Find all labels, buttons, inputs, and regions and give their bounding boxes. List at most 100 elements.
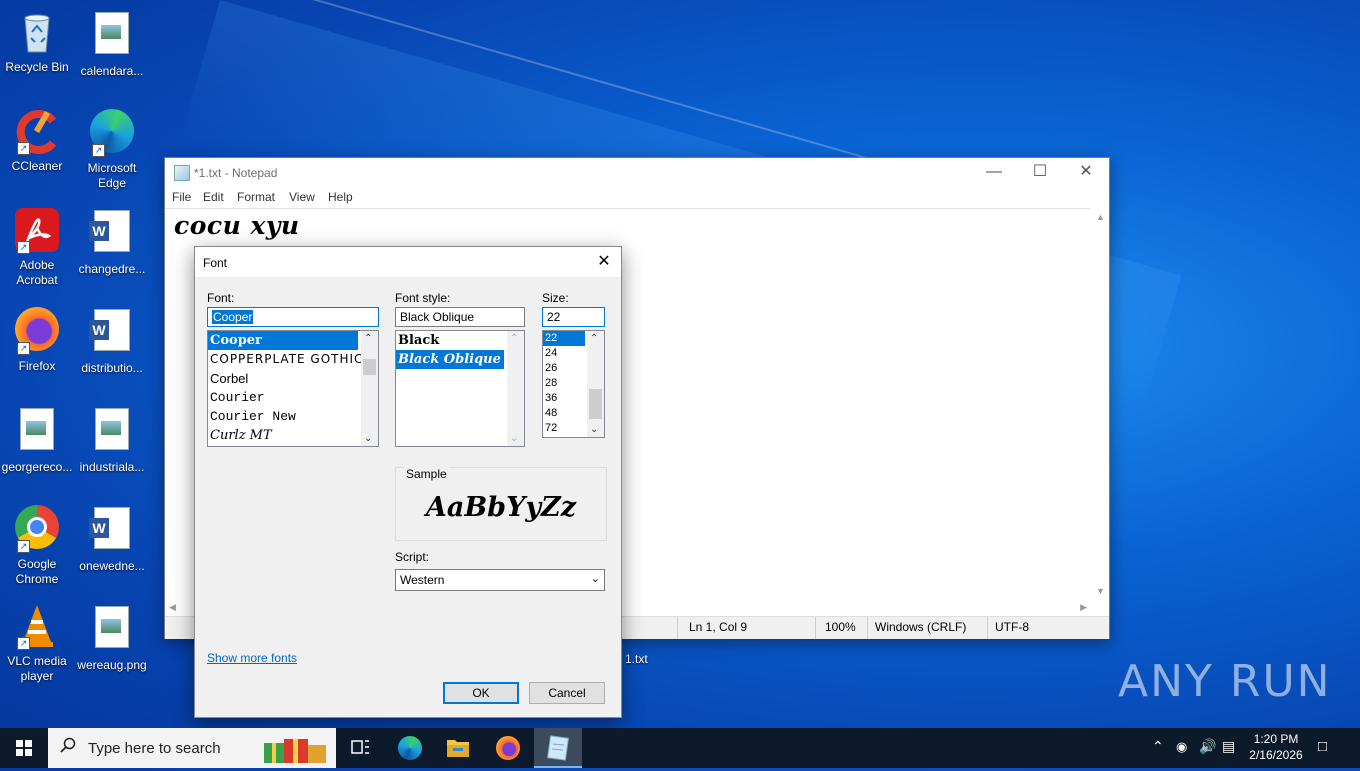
size-list-scrollbar[interactable]: ⌃ ⌄ (587, 331, 604, 437)
menu-help[interactable]: Help (328, 190, 353, 204)
menu-file[interactable]: File (172, 190, 191, 204)
status-line-endings: Windows (CRLF) (875, 620, 967, 634)
chevron-down-icon[interactable]: ⌄ (591, 572, 600, 585)
font-style-scrollbar[interactable]: ⌃ ⌄ (507, 331, 524, 446)
font-style-input[interactable]: Black Oblique (395, 307, 525, 327)
scrollbar-thumb[interactable] (363, 359, 376, 375)
shortcut-arrow-icon: ↗ (92, 144, 105, 157)
desktop-icon-recycle-bin[interactable]: Recycle Bin (0, 8, 74, 75)
status-zoom: 100% (825, 620, 856, 634)
acrobat-icon: ↗ (13, 206, 61, 254)
desktop-icon-microsoft-edge[interactable]: ↗ Microsoft Edge (75, 107, 149, 191)
desktop-icon-vlc[interactable]: ↗ VLC media player (0, 602, 74, 684)
volume-icon[interactable]: 🔊 (1199, 738, 1216, 755)
desktop-icon-onewedne[interactable]: W onewedne... (75, 503, 149, 574)
desktop-icon-distributio[interactable]: W distributio... (75, 305, 149, 376)
close-icon[interactable]: ✕ (593, 251, 615, 273)
font-style-item[interactable]: Black Oblique (396, 350, 504, 369)
edge-icon (398, 736, 422, 760)
network-icon[interactable]: ▤ (1222, 738, 1235, 755)
ok-button[interactable]: OK (443, 682, 519, 704)
meet-now-icon[interactable]: ◉ (1176, 739, 1187, 755)
vertical-scrollbar[interactable]: ▲ ▼ (1092, 208, 1109, 600)
font-list-item[interactable]: Corbel (208, 369, 378, 388)
desktop-icon-label: wereaug.png (77, 658, 147, 672)
chevron-up-icon[interactable]: ⌃ (1152, 738, 1164, 755)
size-list[interactable]: 22 24 26 28 36 48 72 ⌃ ⌄ (542, 330, 605, 438)
show-more-fonts-link[interactable]: Show more fonts (207, 651, 297, 665)
close-button[interactable]: ✕ (1063, 158, 1109, 188)
size-input[interactable]: 22 (542, 307, 605, 327)
desktop-icon-calendara[interactable]: calendara... (75, 8, 149, 79)
desktop-icon-google-chrome[interactable]: ↗ Google Chrome (0, 503, 74, 587)
chevron-up-icon[interactable]: ⌃ (364, 333, 372, 344)
desktop-icon-label: CCleaner (11, 159, 63, 173)
editor-content: cocu xyu (174, 211, 300, 240)
chevron-down-icon[interactable]: ⌄ (364, 433, 372, 444)
desktop-icon-changedre[interactable]: W changedre... (75, 206, 149, 277)
dialog-titlebar[interactable]: Font ✕ (195, 247, 621, 277)
font-list-item[interactable]: Courier New (208, 407, 378, 426)
desktop-icon-label: distributio... (81, 361, 143, 375)
firefox-icon (496, 736, 520, 760)
desktop-icon-georgereco[interactable]: georgereco... (0, 404, 74, 475)
size-item[interactable]: 22 (543, 331, 585, 346)
scrollbar-thumb[interactable] (589, 389, 602, 419)
desktop-icon-label: Adobe Acrobat (16, 258, 58, 287)
font-style-value: Black Oblique (400, 310, 475, 324)
scroll-left-icon[interactable]: ◀ (169, 602, 176, 613)
font-list-item[interactable]: Courier (208, 388, 378, 407)
menu-view[interactable]: View (289, 190, 315, 204)
taskbar-search[interactable]: Type here to search (48, 728, 336, 768)
desktop-icon-1-txt[interactable]: 1.txt (625, 652, 648, 666)
font-style-item[interactable]: Black (396, 331, 524, 350)
desktop-icon-ccleaner[interactable]: ↗ CCleaner (0, 107, 74, 174)
search-icon (60, 737, 76, 753)
font-list-item[interactable]: COPPERPLATE GOTHIC (208, 350, 378, 369)
desktop-icon-firefox[interactable]: ↗ Firefox (0, 305, 74, 374)
font-name-value: Cooper (212, 310, 254, 324)
recycle-bin-icon (13, 8, 61, 56)
desktop-icon-label: Firefox (18, 359, 56, 373)
chevron-down-icon[interactable]: ⌄ (510, 433, 518, 444)
minimize-button[interactable]: — (971, 158, 1017, 188)
notifications-icon[interactable]: □ (1318, 738, 1327, 755)
scroll-down-icon[interactable]: ▼ (1096, 586, 1105, 596)
menu-edit[interactable]: Edit (203, 190, 224, 204)
cancel-button[interactable]: Cancel (529, 682, 605, 704)
desktop-icon-wereaug[interactable]: wereaug.png (75, 602, 149, 673)
font-style-list[interactable]: Black Black Oblique ⌃ ⌄ (395, 330, 525, 447)
taskbar-file-explorer[interactable] (434, 728, 482, 768)
font-list-scrollbar[interactable]: ⌃ ⌄ (361, 331, 378, 446)
font-list-item[interactable]: Curlz MT (208, 426, 378, 445)
notepad-titlebar[interactable]: *1.txt - Notepad — ☐ ✕ (165, 158, 1109, 188)
desktop-icon-industriala[interactable]: industriala... (75, 404, 149, 475)
image-file-icon (88, 606, 136, 654)
desktop-icon-label: changedre... (78, 262, 146, 276)
font-dialog: Font ✕ Font: Cooper Cooper COPPERPLATE G… (194, 246, 622, 718)
chevron-down-icon[interactable]: ⌄ (590, 424, 598, 435)
script-select[interactable]: Western ⌄ (395, 569, 605, 591)
chevron-up-icon[interactable]: ⌃ (590, 333, 598, 344)
start-button[interactable] (0, 728, 48, 768)
sample-text: AaBbYyZz (425, 492, 577, 523)
clock-time: 1:20 PM (1253, 732, 1299, 746)
font-list-item[interactable]: Cooper (208, 331, 358, 350)
script-value: Western (400, 573, 445, 587)
shortcut-arrow-icon: ↗ (17, 540, 30, 553)
taskbar-notepad[interactable] (534, 728, 582, 768)
clock[interactable]: 1:20 PM 2/16/2026 (1236, 731, 1316, 763)
taskbar-edge[interactable] (386, 728, 434, 768)
size-label: Size: (542, 291, 569, 305)
chevron-up-icon[interactable]: ⌃ (510, 333, 518, 344)
task-view-button[interactable] (336, 728, 384, 768)
taskbar-firefox[interactable] (484, 728, 532, 768)
windows-logo-icon (16, 740, 32, 756)
scroll-up-icon[interactable]: ▲ (1096, 212, 1105, 222)
font-name-input[interactable]: Cooper (207, 307, 379, 327)
menu-format[interactable]: Format (237, 190, 275, 204)
scroll-right-icon[interactable]: ▶ (1080, 602, 1087, 613)
font-list[interactable]: Cooper COPPERPLATE GOTHIC Corbel Courier… (207, 330, 379, 447)
desktop-icon-adobe-acrobat[interactable]: ↗ Adobe Acrobat (0, 206, 74, 288)
maximize-button[interactable]: ☐ (1017, 158, 1063, 188)
